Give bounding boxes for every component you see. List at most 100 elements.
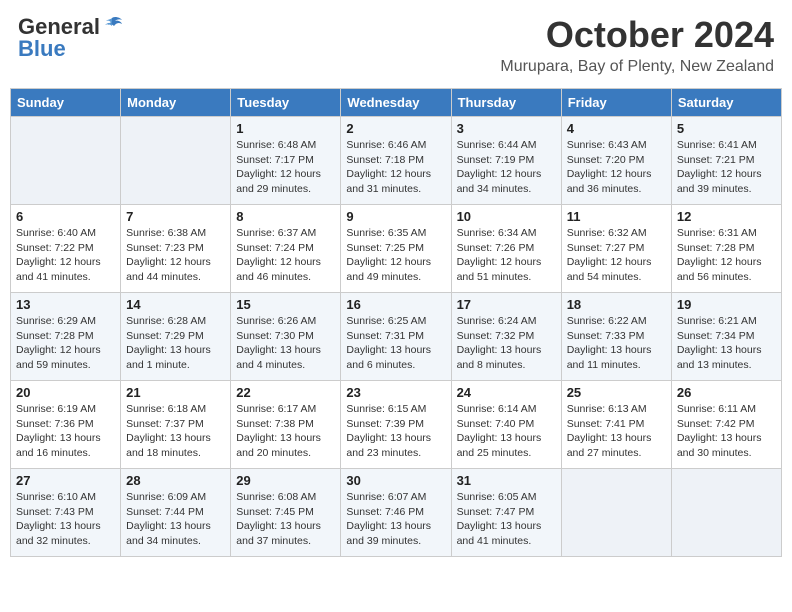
calendar-week-row: 13 Sunrise: 6:29 AM Sunset: 7:28 PM Dayli… (11, 293, 782, 381)
weekday-header-monday: Monday (121, 89, 231, 117)
calendar-cell: 12 Sunrise: 6:31 AM Sunset: 7:28 PM Dayli… (671, 205, 781, 293)
calendar-week-row: 20 Sunrise: 6:19 AM Sunset: 7:36 PM Dayli… (11, 381, 782, 469)
calendar-cell: 3 Sunrise: 6:44 AM Sunset: 7:19 PM Daylig… (451, 117, 561, 205)
calendar-cell: 17 Sunrise: 6:24 AM Sunset: 7:32 PM Dayli… (451, 293, 561, 381)
logo: General Blue (18, 14, 124, 60)
day-info: Sunrise: 6:35 AM Sunset: 7:25 PM Dayligh… (346, 226, 445, 285)
day-info: Sunrise: 6:34 AM Sunset: 7:26 PM Dayligh… (457, 226, 556, 285)
calendar-table: SundayMondayTuesdayWednesdayThursdayFrid… (10, 88, 782, 557)
day-info: Sunrise: 6:07 AM Sunset: 7:46 PM Dayligh… (346, 490, 445, 549)
day-info: Sunrise: 6:11 AM Sunset: 7:42 PM Dayligh… (677, 402, 776, 461)
day-number: 30 (346, 473, 445, 488)
calendar-cell: 22 Sunrise: 6:17 AM Sunset: 7:38 PM Dayli… (231, 381, 341, 469)
calendar-week-row: 1 Sunrise: 6:48 AM Sunset: 7:17 PM Daylig… (11, 117, 782, 205)
day-number: 13 (16, 297, 115, 312)
day-info: Sunrise: 6:28 AM Sunset: 7:29 PM Dayligh… (126, 314, 225, 373)
day-number: 6 (16, 209, 115, 224)
day-info: Sunrise: 6:10 AM Sunset: 7:43 PM Dayligh… (16, 490, 115, 549)
weekday-header-friday: Friday (561, 89, 671, 117)
weekday-header-tuesday: Tuesday (231, 89, 341, 117)
day-info: Sunrise: 6:41 AM Sunset: 7:21 PM Dayligh… (677, 138, 776, 197)
calendar-cell: 30 Sunrise: 6:07 AM Sunset: 7:46 PM Dayli… (341, 469, 451, 557)
calendar-week-row: 6 Sunrise: 6:40 AM Sunset: 7:22 PM Daylig… (11, 205, 782, 293)
calendar-cell: 24Sunrise: 6:14 AM Sunset: 7:40 PM Dayli… (451, 381, 561, 469)
calendar-cell: 9 Sunrise: 6:35 AM Sunset: 7:25 PM Daylig… (341, 205, 451, 293)
day-number: 8 (236, 209, 335, 224)
day-info: Sunrise: 6:43 AM Sunset: 7:20 PM Dayligh… (567, 138, 666, 197)
calendar-cell: 21Sunrise: 6:18 AM Sunset: 7:37 PM Dayli… (121, 381, 231, 469)
day-number: 5 (677, 121, 776, 136)
day-number: 9 (346, 209, 445, 224)
calendar-cell: 26Sunrise: 6:11 AM Sunset: 7:42 PM Dayli… (671, 381, 781, 469)
day-info: Sunrise: 6:38 AM Sunset: 7:23 PM Dayligh… (126, 226, 225, 285)
day-number: 27 (16, 473, 115, 488)
day-number: 25 (567, 385, 666, 400)
calendar-cell (561, 469, 671, 557)
page-header: General Blue October 2024 Murupara, Bay … (10, 10, 782, 80)
day-number: 17 (457, 297, 556, 312)
day-number: 23 (346, 385, 445, 400)
calendar-cell: 19 Sunrise: 6:21 AM Sunset: 7:34 PM Dayli… (671, 293, 781, 381)
day-info: Sunrise: 6:48 AM Sunset: 7:17 PM Dayligh… (236, 138, 335, 197)
calendar-cell: 11 Sunrise: 6:32 AM Sunset: 7:27 PM Dayli… (561, 205, 671, 293)
logo-blue-text: Blue (18, 38, 66, 60)
calendar-cell: 18Sunrise: 6:22 AM Sunset: 7:33 PM Dayli… (561, 293, 671, 381)
calendar-header-row: SundayMondayTuesdayWednesdayThursdayFrid… (11, 89, 782, 117)
day-number: 3 (457, 121, 556, 136)
weekday-header-thursday: Thursday (451, 89, 561, 117)
day-number: 29 (236, 473, 335, 488)
day-info: Sunrise: 6:29 AM Sunset: 7:28 PM Dayligh… (16, 314, 115, 373)
calendar-cell: 28Sunrise: 6:09 AM Sunset: 7:44 PM Dayli… (121, 469, 231, 557)
day-number: 16 (346, 297, 445, 312)
calendar-cell: 31 Sunrise: 6:05 AM Sunset: 7:47 PM Dayli… (451, 469, 561, 557)
calendar-cell: 27 Sunrise: 6:10 AM Sunset: 7:43 PM Dayli… (11, 469, 121, 557)
day-info: Sunrise: 6:24 AM Sunset: 7:32 PM Dayligh… (457, 314, 556, 373)
day-number: 10 (457, 209, 556, 224)
day-info: Sunrise: 6:31 AM Sunset: 7:28 PM Dayligh… (677, 226, 776, 285)
calendar-cell: 23Sunrise: 6:15 AM Sunset: 7:39 PM Dayli… (341, 381, 451, 469)
weekday-header-saturday: Saturday (671, 89, 781, 117)
day-number: 4 (567, 121, 666, 136)
day-number: 12 (677, 209, 776, 224)
calendar-cell: 20 Sunrise: 6:19 AM Sunset: 7:36 PM Dayli… (11, 381, 121, 469)
weekday-header-wednesday: Wednesday (341, 89, 451, 117)
calendar-cell: 2Sunrise: 6:46 AM Sunset: 7:18 PM Daylig… (341, 117, 451, 205)
day-number: 1 (236, 121, 335, 136)
day-info: Sunrise: 6:19 AM Sunset: 7:36 PM Dayligh… (16, 402, 115, 461)
day-info: Sunrise: 6:21 AM Sunset: 7:34 PM Dayligh… (677, 314, 776, 373)
day-number: 31 (457, 473, 556, 488)
day-number: 2 (346, 121, 445, 136)
day-number: 11 (567, 209, 666, 224)
day-number: 22 (236, 385, 335, 400)
day-info: Sunrise: 6:44 AM Sunset: 7:19 PM Dayligh… (457, 138, 556, 197)
day-number: 7 (126, 209, 225, 224)
calendar-cell: 10 Sunrise: 6:34 AM Sunset: 7:26 PM Dayli… (451, 205, 561, 293)
day-info: Sunrise: 6:09 AM Sunset: 7:44 PM Dayligh… (126, 490, 225, 549)
calendar-cell (121, 117, 231, 205)
day-info: Sunrise: 6:37 AM Sunset: 7:24 PM Dayligh… (236, 226, 335, 285)
calendar-cell: 14 Sunrise: 6:28 AM Sunset: 7:29 PM Dayli… (121, 293, 231, 381)
calendar-cell: 7 Sunrise: 6:38 AM Sunset: 7:23 PM Daylig… (121, 205, 231, 293)
day-info: Sunrise: 6:05 AM Sunset: 7:47 PM Dayligh… (457, 490, 556, 549)
logo-bird-icon (102, 16, 124, 34)
calendar-cell: 1 Sunrise: 6:48 AM Sunset: 7:17 PM Daylig… (231, 117, 341, 205)
day-number: 14 (126, 297, 225, 312)
calendar-cell: 15Sunrise: 6:26 AM Sunset: 7:30 PM Dayli… (231, 293, 341, 381)
calendar-cell: 25Sunrise: 6:13 AM Sunset: 7:41 PM Dayli… (561, 381, 671, 469)
day-info: Sunrise: 6:22 AM Sunset: 7:33 PM Dayligh… (567, 314, 666, 373)
calendar-cell: 16 Sunrise: 6:25 AM Sunset: 7:31 PM Dayli… (341, 293, 451, 381)
title-block: October 2024 Murupara, Bay of Plenty, Ne… (500, 14, 774, 76)
day-info: Sunrise: 6:25 AM Sunset: 7:31 PM Dayligh… (346, 314, 445, 373)
day-number: 19 (677, 297, 776, 312)
calendar-cell (671, 469, 781, 557)
calendar-week-row: 27 Sunrise: 6:10 AM Sunset: 7:43 PM Dayli… (11, 469, 782, 557)
day-info: Sunrise: 6:40 AM Sunset: 7:22 PM Dayligh… (16, 226, 115, 285)
day-number: 20 (16, 385, 115, 400)
calendar-cell: 4 Sunrise: 6:43 AM Sunset: 7:20 PM Daylig… (561, 117, 671, 205)
day-info: Sunrise: 6:17 AM Sunset: 7:38 PM Dayligh… (236, 402, 335, 461)
calendar-cell: 6 Sunrise: 6:40 AM Sunset: 7:22 PM Daylig… (11, 205, 121, 293)
calendar-cell: 29 Sunrise: 6:08 AM Sunset: 7:45 PM Dayli… (231, 469, 341, 557)
day-info: Sunrise: 6:32 AM Sunset: 7:27 PM Dayligh… (567, 226, 666, 285)
day-info: Sunrise: 6:08 AM Sunset: 7:45 PM Dayligh… (236, 490, 335, 549)
day-info: Sunrise: 6:14 AM Sunset: 7:40 PM Dayligh… (457, 402, 556, 461)
